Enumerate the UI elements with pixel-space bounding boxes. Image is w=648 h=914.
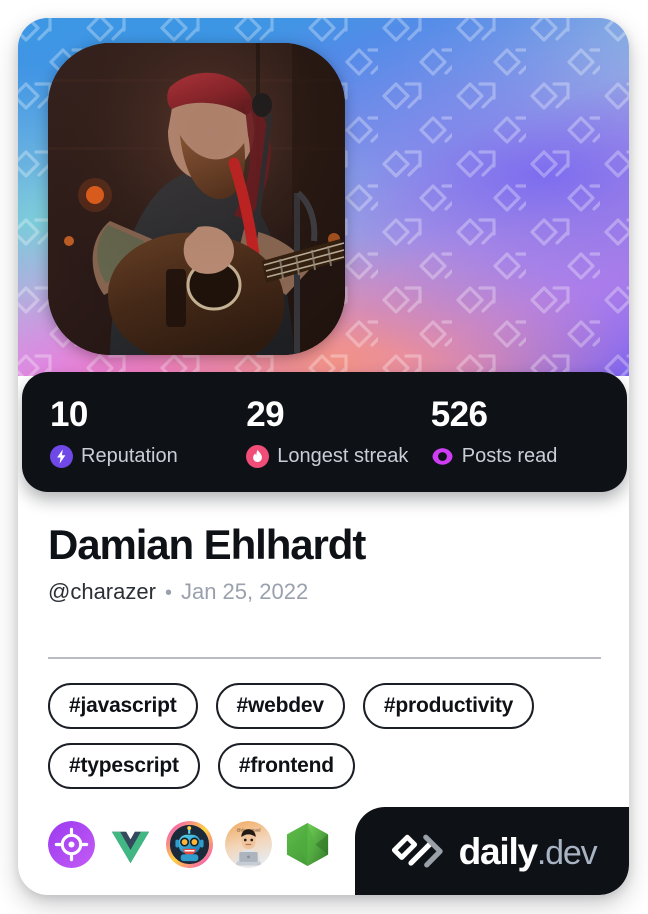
brand-wordmark: daily .dev bbox=[458, 830, 598, 872]
tag-pill[interactable]: #frontend bbox=[217, 743, 355, 789]
brand-name: daily bbox=[458, 830, 539, 872]
stat-reputation: 10 Reputation bbox=[50, 397, 246, 468]
stat-label: Longest streak bbox=[277, 445, 409, 467]
section-divider bbox=[48, 657, 601, 659]
stat-posts-read: 526 Posts read bbox=[431, 397, 627, 468]
lightning-bolt-icon bbox=[50, 444, 73, 468]
vuejs-source[interactable] bbox=[107, 821, 154, 868]
screenshot-canvas: 10 Reputation 29 Longest streak 526 Post… bbox=[0, 0, 648, 914]
stat-label: Posts read bbox=[461, 445, 558, 467]
tag-pill[interactable]: #typescript bbox=[48, 743, 200, 789]
tag-list: #javascript #webdev #productivity #types… bbox=[48, 683, 608, 789]
stat-longest-streak: 29 Longest streak bbox=[246, 397, 431, 468]
source-list: @devsquad bbox=[48, 821, 331, 868]
hexagon-source[interactable] bbox=[284, 821, 331, 868]
meta-separator: • bbox=[164, 582, 172, 605]
stat-value: 526 bbox=[430, 394, 488, 434]
avatar bbox=[48, 43, 345, 355]
tag-pill[interactable]: #javascript bbox=[48, 683, 198, 729]
user-handle: @charazer bbox=[48, 579, 156, 605]
cover-banner bbox=[18, 18, 629, 376]
stat-value: 29 bbox=[246, 394, 284, 434]
joined-date: Jan 25, 2022 bbox=[180, 579, 309, 605]
display-name: Damian Ehlhardt bbox=[48, 521, 366, 568]
tag-pill[interactable]: #webdev bbox=[215, 683, 345, 729]
brand-tld: .dev bbox=[536, 833, 598, 872]
stat-value: 10 bbox=[50, 394, 88, 434]
flame-icon bbox=[246, 444, 270, 468]
devcard[interactable]: 10 Reputation 29 Longest streak 526 Post… bbox=[18, 18, 629, 895]
daily-dev-logo-mark bbox=[391, 834, 443, 868]
eye-ring-icon bbox=[432, 447, 453, 465]
identity-meta: @charazer • Jan 25, 2022 bbox=[48, 579, 608, 605]
daily-dev-brand-badge[interactable]: daily .dev bbox=[355, 807, 629, 895]
stats-panel: 10 Reputation 29 Longest streak 526 Post… bbox=[22, 372, 627, 492]
target-crosshair-source[interactable] bbox=[48, 821, 95, 868]
tag-pill[interactable]: #productivity bbox=[362, 683, 535, 729]
stat-label: Reputation bbox=[81, 445, 178, 467]
robot-source[interactable] bbox=[166, 821, 213, 868]
avatar-photo bbox=[48, 43, 345, 355]
memoji-person-source[interactable]: @devsquad bbox=[225, 821, 272, 868]
identity-block: Damian Ehlhardt @charazer • Jan 25, 2022 bbox=[48, 521, 608, 605]
